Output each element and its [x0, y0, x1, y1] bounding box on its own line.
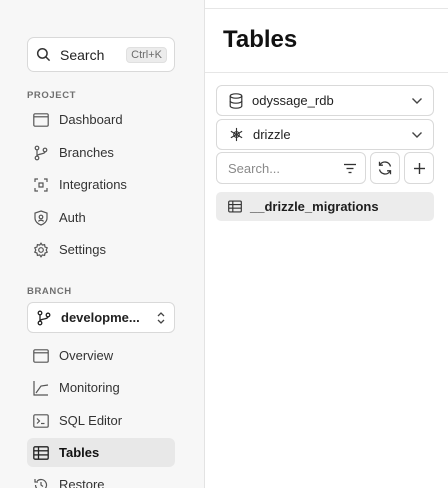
- database-select[interactable]: odyssage_rdb: [216, 85, 434, 116]
- filter-icon[interactable]: [343, 163, 357, 174]
- table-list-item[interactable]: __drizzle_migrations: [216, 192, 434, 221]
- search-shortcut-badge: Ctrl+K: [126, 46, 167, 63]
- monitoring-icon: [33, 380, 49, 396]
- database-select-value: odyssage_rdb: [252, 93, 334, 108]
- plus-icon: [413, 162, 426, 175]
- sidebar-item-dashboard[interactable]: Dashboard: [27, 105, 175, 134]
- sidebar-item-restore[interactable]: Restore: [27, 470, 175, 488]
- database-icon: [229, 92, 243, 109]
- sidebar-item-label: Restore: [59, 477, 105, 488]
- tables-icon: [33, 445, 49, 461]
- branch-icon: [36, 310, 52, 326]
- search-button[interactable]: Search Ctrl+K: [27, 37, 175, 72]
- schema-select-value: drizzle: [253, 127, 291, 142]
- project-section-label: PROJECT: [27, 90, 77, 101]
- sidebar: Search Ctrl+K PROJECT Dashboard Branches…: [0, 0, 205, 488]
- refresh-button[interactable]: [370, 152, 400, 184]
- sidebar-item-integrations[interactable]: Integrations: [27, 170, 175, 199]
- sidebar-item-label: Monitoring: [59, 380, 120, 395]
- table-search-input[interactable]: [228, 160, 343, 176]
- sidebar-item-monitoring[interactable]: Monitoring: [27, 373, 175, 402]
- sidebar-item-label: Settings: [59, 242, 106, 257]
- branch-selected-label: developme...: [61, 310, 140, 325]
- sidebar-item-sql-editor[interactable]: SQL Editor: [27, 406, 175, 435]
- chevron-down-icon: [411, 131, 423, 139]
- search-label: Search: [60, 46, 105, 63]
- table-search-field[interactable]: [216, 152, 366, 184]
- title-divider: [205, 72, 448, 73]
- restore-icon: [33, 477, 49, 488]
- dashboard-icon: [33, 112, 49, 128]
- sidebar-item-settings[interactable]: Settings: [27, 235, 175, 264]
- page-title: Tables: [223, 26, 298, 53]
- sidebar-item-label: Dashboard: [59, 112, 123, 127]
- top-divider: [205, 8, 448, 9]
- schema-select[interactable]: drizzle: [216, 119, 434, 150]
- refresh-icon: [377, 160, 393, 176]
- sidebar-item-branches[interactable]: Branches: [27, 138, 175, 167]
- integrations-icon: [33, 177, 49, 193]
- chevron-up-down-icon: [156, 311, 166, 325]
- schema-icon: [229, 127, 244, 142]
- sidebar-item-auth[interactable]: Auth: [27, 203, 175, 232]
- table-icon: [228, 200, 242, 213]
- sidebar-item-label: Auth: [59, 210, 86, 225]
- sidebar-item-label: Branches: [59, 145, 114, 160]
- overview-icon: [33, 348, 49, 364]
- sidebar-item-overview[interactable]: Overview: [27, 341, 175, 370]
- auth-icon: [33, 209, 49, 226]
- branches-icon: [33, 145, 49, 161]
- sidebar-item-label: SQL Editor: [59, 413, 123, 428]
- sql-editor-icon: [33, 413, 49, 429]
- search-icon: [36, 47, 51, 62]
- chevron-down-icon: [411, 97, 423, 105]
- sidebar-item-label: Tables: [59, 445, 100, 460]
- table-filter-row: [216, 152, 434, 184]
- sidebar-item-label: Integrations: [59, 177, 127, 192]
- sidebar-item-label: Overview: [59, 348, 114, 363]
- add-table-button[interactable]: [404, 152, 434, 184]
- branch-section-label: BRANCH: [27, 286, 72, 297]
- sidebar-item-tables[interactable]: Tables: [27, 438, 175, 467]
- settings-icon: [33, 241, 49, 258]
- main-panel: Tables odyssage_rdb drizzle Search... __…: [205, 0, 448, 488]
- table-name: __drizzle_migrations: [250, 199, 379, 214]
- branch-selector[interactable]: developme...: [27, 302, 175, 333]
